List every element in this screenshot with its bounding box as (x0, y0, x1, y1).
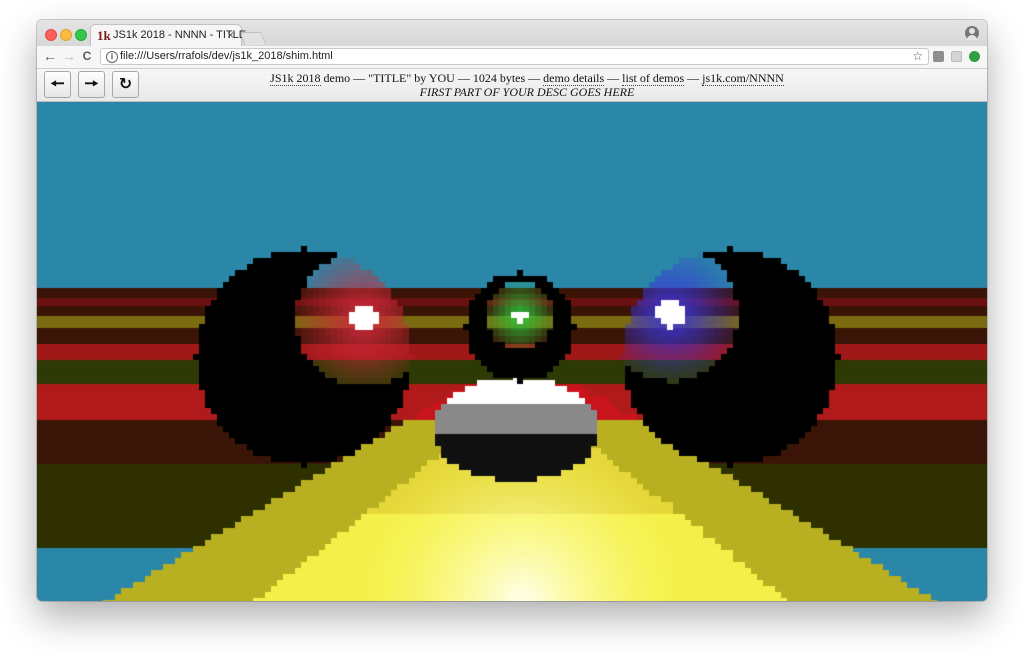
browser-window: 1k JS1k 2018 - NNNN - TITLE × ← → C i fi… (37, 20, 987, 601)
demo-canvas[interactable] (37, 102, 987, 601)
new-tab-button[interactable] (239, 32, 267, 45)
maximize-window-button[interactable] (75, 29, 87, 41)
separator: — (684, 71, 703, 85)
reload-demo-button[interactable]: ↻ (112, 71, 139, 98)
profile-icon[interactable] (965, 26, 979, 40)
site-link[interactable]: js1k.com/NNNN (702, 71, 784, 86)
extension-icon[interactable] (933, 51, 944, 62)
address-bar[interactable]: i file:///Users/rrafols/dev/js1k_2018/sh… (100, 48, 929, 65)
list-of-demos-link[interactable]: list of demos (622, 71, 685, 86)
tab-active[interactable]: 1k JS1k 2018 - NNNN - TITLE × (90, 24, 246, 46)
js1k-link[interactable]: JS1k 2018 (270, 71, 321, 86)
forward-icon[interactable]: → (61, 48, 77, 64)
demo-info: JS1k 2018 demo — "TITLE" by YOU — 1024 b… (187, 71, 867, 99)
cast-icon[interactable] (951, 51, 962, 62)
prev-demo-button[interactable]: 🠔 (44, 71, 71, 98)
close-window-button[interactable] (45, 29, 57, 41)
demo-description: FIRST PART OF YOUR DESC GOES HERE (419, 85, 635, 99)
separator: — (604, 71, 623, 85)
favicon-icon: 1k (97, 28, 111, 43)
next-demo-button[interactable]: 🠖 (78, 71, 105, 98)
bookmark-star-icon[interactable]: ☆ (912, 49, 923, 63)
demo-details-link[interactable]: demo details (543, 71, 605, 86)
address-toolbar: ← → C i file:///Users/rrafols/dev/js1k_2… (37, 46, 987, 69)
minimize-window-button[interactable] (60, 29, 72, 41)
update-icon[interactable] (969, 51, 980, 62)
back-icon[interactable]: ← (42, 48, 58, 64)
reload-icon[interactable]: C (79, 48, 95, 64)
tab-strip: 1k JS1k 2018 - NNNN - TITLE × (37, 20, 987, 46)
tab-close-icon[interactable]: × (227, 28, 234, 42)
page-content: 🠔 🠖 ↻ JS1k 2018 demo — "TITLE" by YOU — … (37, 69, 987, 601)
demo-meta-text: demo — "TITLE" by YOU — 1024 bytes — (320, 71, 544, 85)
url-text[interactable]: file:///Users/rrafols/dev/js1k_2018/shim… (120, 50, 333, 62)
info-icon[interactable]: i (106, 51, 118, 63)
shim-header: 🠔 🠖 ↻ JS1k 2018 demo — "TITLE" by YOU — … (37, 69, 987, 102)
